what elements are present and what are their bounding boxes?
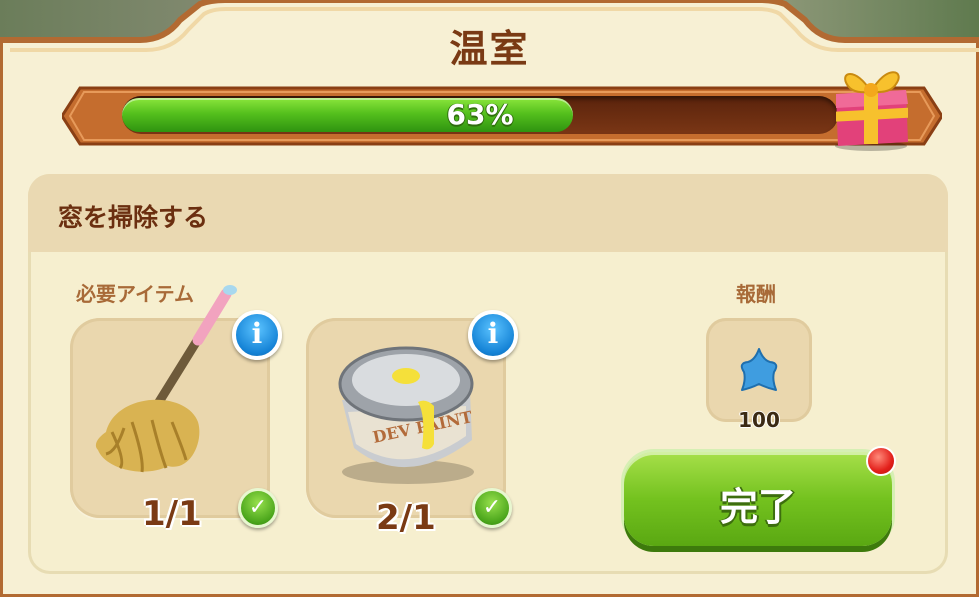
task-title: 窓を掃除する xyxy=(58,203,209,232)
progress-label: 63% xyxy=(446,98,514,131)
notification-badge xyxy=(866,446,896,476)
complete-button-label: 完了 xyxy=(719,485,796,529)
check-icon: ✓ xyxy=(472,488,512,528)
item-count-mop: 1/1 xyxy=(142,494,202,534)
mop-icon xyxy=(95,285,237,473)
info-button-mop[interactable]: i xyxy=(232,310,282,360)
paint-can-icon: DEV PAINT xyxy=(338,346,474,484)
progress-bar: 63% xyxy=(122,96,838,134)
info-icon: i xyxy=(487,317,499,350)
check-icon: ✓ xyxy=(238,488,278,528)
reward-amount: 100 xyxy=(738,408,780,432)
reward-label: 報酬 xyxy=(736,282,776,306)
info-icon: i xyxy=(251,317,263,350)
item-count-paint-can: 2/1 xyxy=(376,498,436,538)
info-button-paint-can[interactable]: i xyxy=(468,310,518,360)
gift-icon[interactable] xyxy=(828,56,914,152)
task-panel: 温室 63% 窓を掃除する 必要アイテム 報酬 i 1/1 ✓ DEV PAIN… xyxy=(0,0,979,597)
complete-button[interactable]: 完了 xyxy=(624,452,892,546)
blue-star-icon xyxy=(740,348,778,391)
